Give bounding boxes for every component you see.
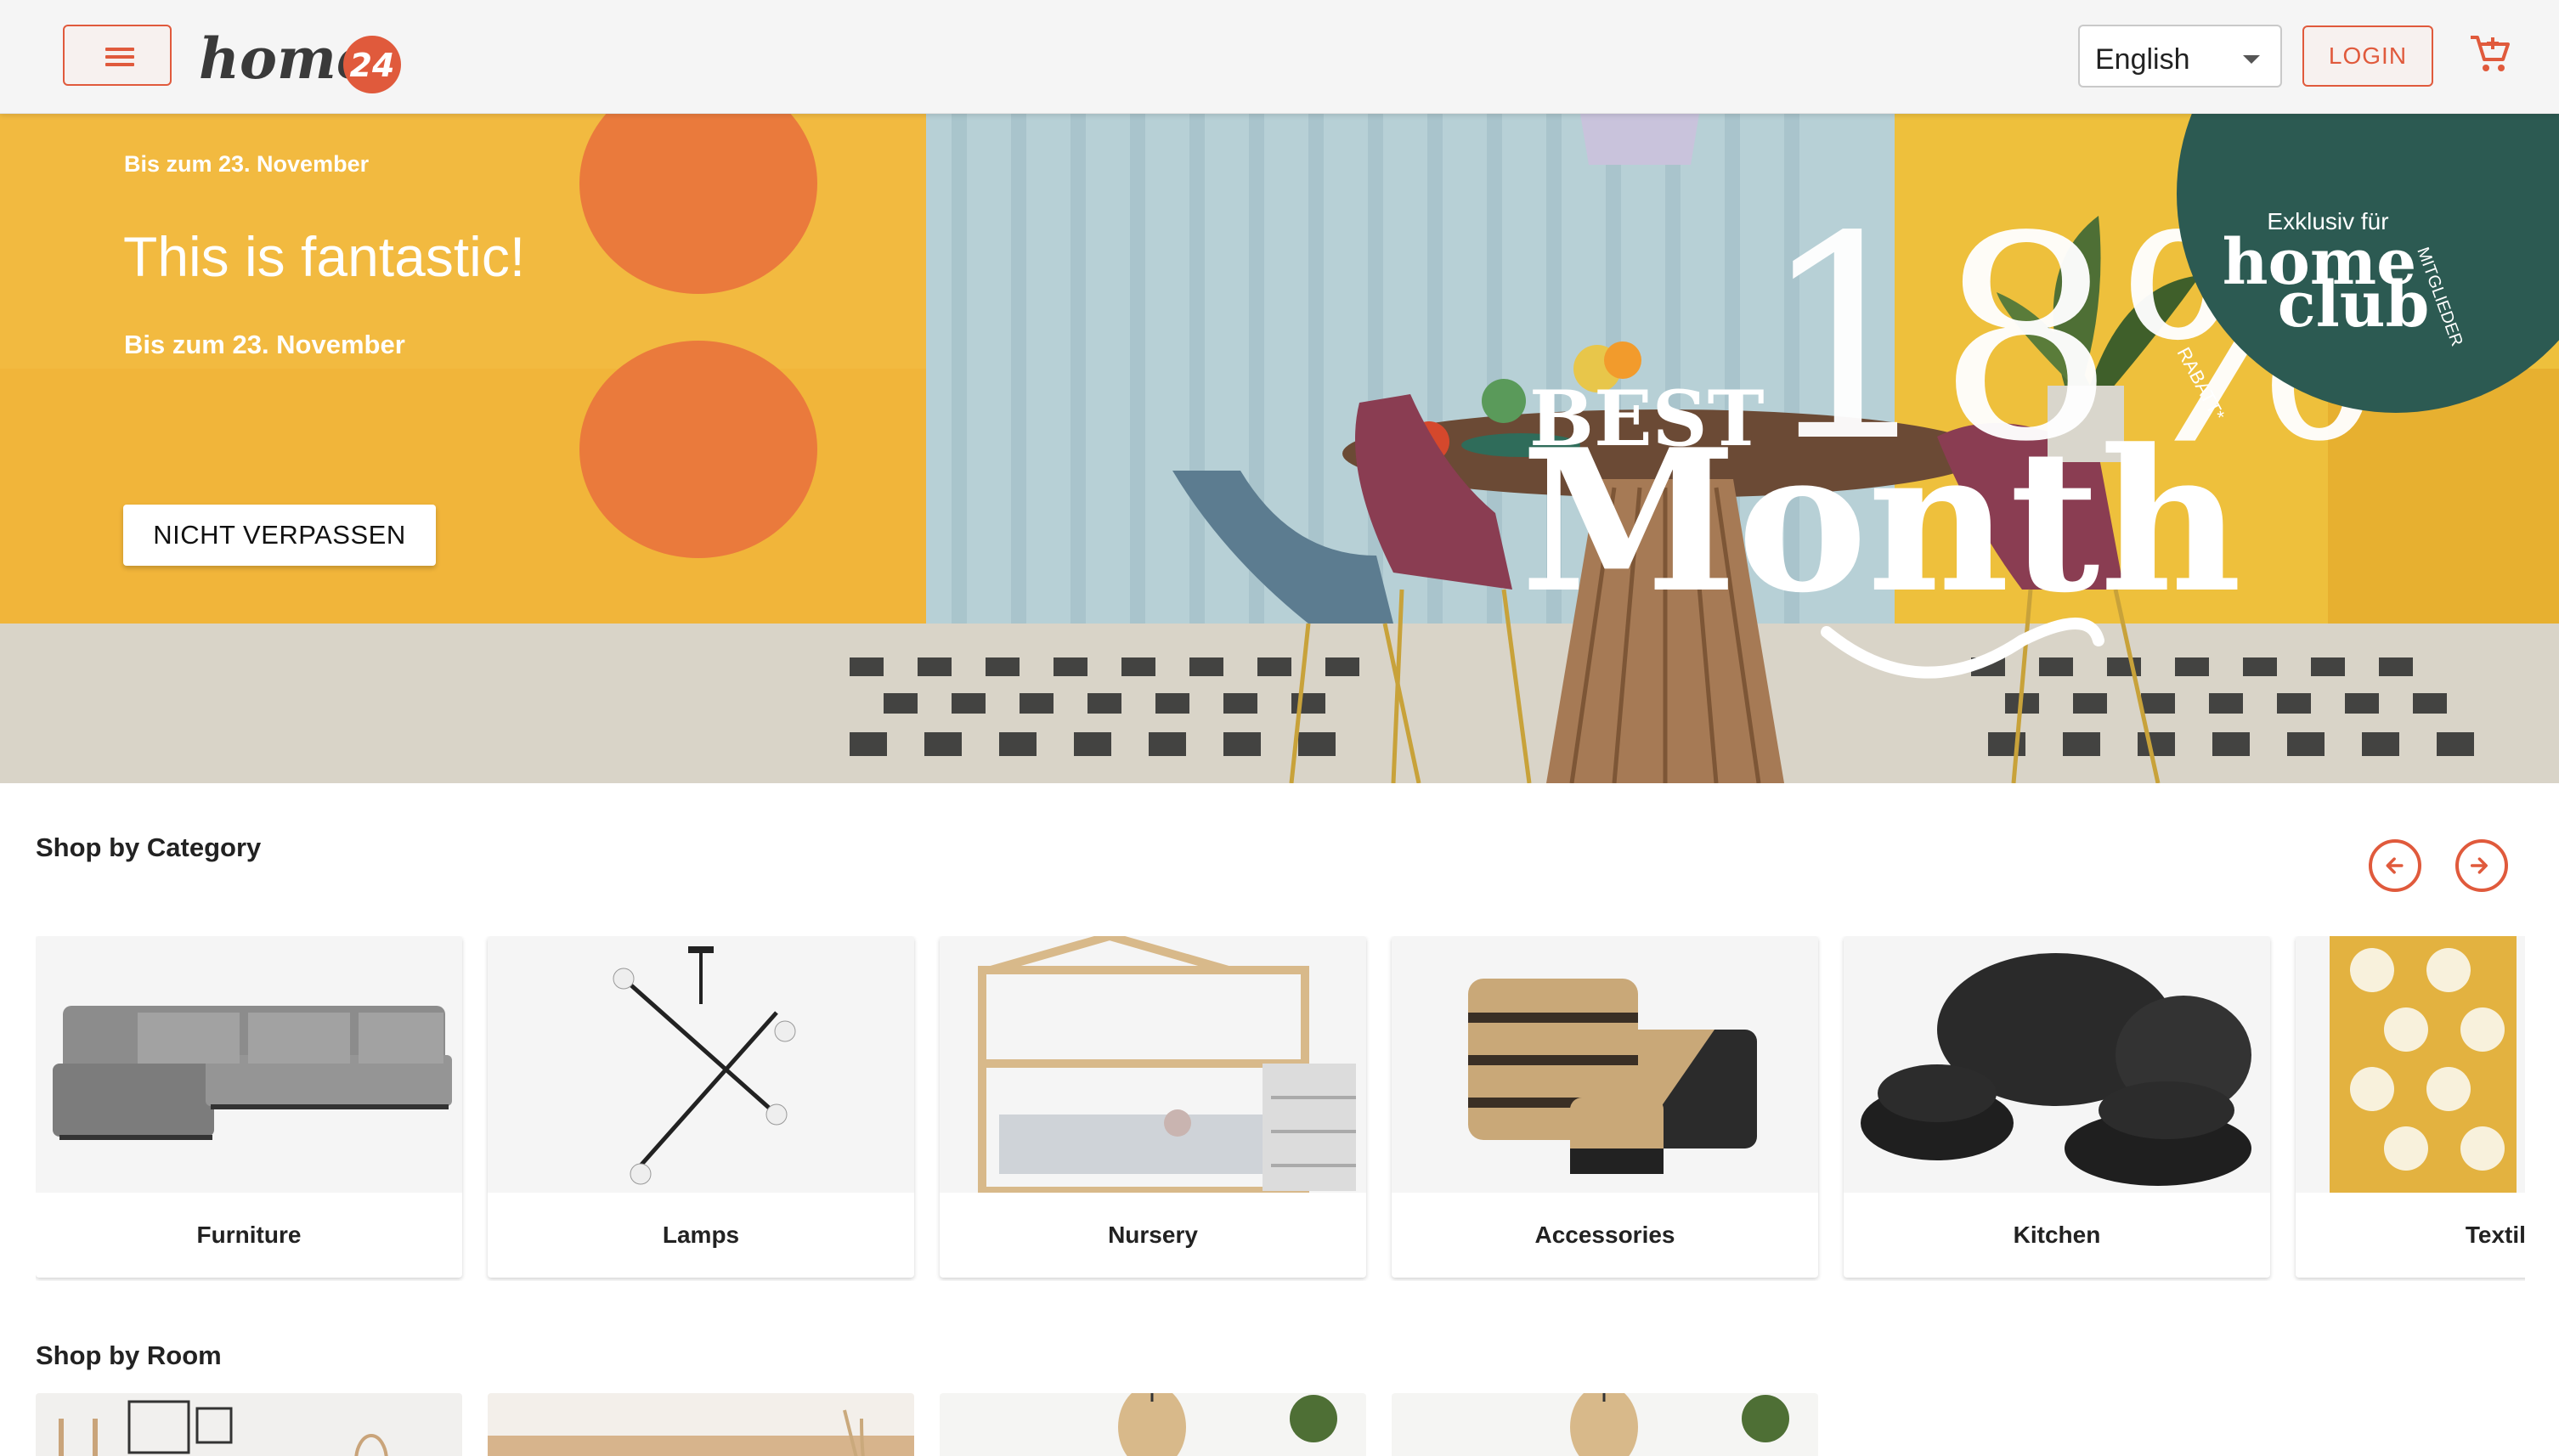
section-title-room: Shop by Room <box>36 1340 222 1370</box>
room-card-bedroom[interactable] <box>488 1393 914 1456</box>
home24-logo[interactable]: home 24 <box>195 15 416 100</box>
category-card-kitchen[interactable]: Kitchen <box>1844 936 2270 1278</box>
promo-month-text: Month <box>1521 407 2242 636</box>
room-card-kitchen[interactable] <box>1392 1393 1818 1456</box>
top-app-bar: home 24 English LOGIN <box>0 0 2559 114</box>
category-image-sofa <box>36 936 462 1193</box>
section-title-category: Shop by Category <box>36 832 262 862</box>
hero-image: BEST 18% Month Exklusiv für home club MI… <box>0 114 2559 783</box>
category-image-lamp <box>488 936 914 1193</box>
login-button[interactable]: LOGIN <box>2302 25 2433 87</box>
category-card-accessories[interactable]: Accessories <box>1392 936 1818 1278</box>
language-select-value: English <box>2095 43 2190 76</box>
hero-subtitle: Bis zum 23. November <box>124 330 405 359</box>
category-image-bunk-bed <box>940 936 1366 1193</box>
category-label: Accessories <box>1534 1222 1675 1248</box>
category-label: Nursery <box>1108 1222 1198 1248</box>
category-image-baskets <box>1392 936 1818 1193</box>
category-card-textiles[interactable]: Textiles <box>2296 936 2525 1278</box>
cart-icon[interactable] <box>2467 32 2511 76</box>
room-card-dining[interactable] <box>940 1393 1366 1456</box>
room-carousel <box>36 1393 2525 1456</box>
hero-title: This is fantastic! <box>123 225 526 288</box>
arrow-right-circle-icon[interactable] <box>2455 839 2508 892</box>
hero-kicker: Bis zum 23. November <box>124 151 370 177</box>
arrow-left-circle-icon[interactable] <box>2369 839 2421 892</box>
hero-banner[interactable]: BEST 18% Month Exklusiv für home club MI… <box>0 114 2559 783</box>
category-card-furniture[interactable]: Furniture <box>36 936 462 1278</box>
category-card-nursery[interactable]: Nursery <box>940 936 1366 1278</box>
language-select[interactable]: English <box>2078 25 2282 87</box>
category-label: Kitchen <box>2013 1222 2101 1248</box>
category-card-lamps[interactable]: Lamps <box>488 936 914 1278</box>
category-image-textile <box>2296 936 2525 1193</box>
category-label: Textiles <box>2465 1222 2525 1248</box>
category-label: Furniture <box>196 1222 302 1248</box>
hero-cta-button[interactable]: NICHT VERPASSEN <box>123 505 436 566</box>
menu-button[interactable] <box>63 25 172 86</box>
category-label: Lamps <box>662 1222 740 1248</box>
chevron-down-icon <box>2243 55 2260 64</box>
svg-text:24: 24 <box>350 47 395 84</box>
category-image-tableware <box>1844 936 2270 1193</box>
room-card-living[interactable] <box>36 1393 462 1456</box>
svg-text:club: club <box>2278 268 2430 341</box>
category-carousel: Furniture Lamps Nursery Accessories Kitc… <box>36 936 2525 1281</box>
